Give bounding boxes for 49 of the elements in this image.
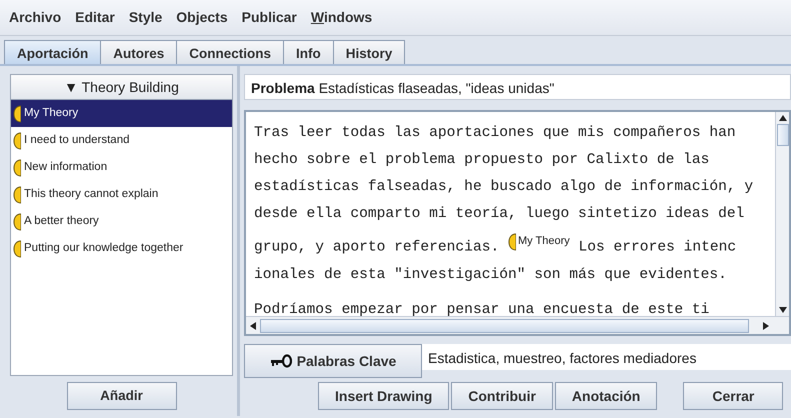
scaffold-icon (13, 240, 21, 258)
tab[interactable]: Info (283, 40, 334, 64)
menu-item[interactable]: Editar (75, 7, 115, 28)
action-button[interactable]: Insert Drawing (318, 382, 450, 410)
scroll-down-icon[interactable] (778, 307, 786, 313)
menu-item[interactable]: Publicar (242, 7, 297, 28)
scaffold-icon (13, 186, 21, 204)
scaffold-icon (13, 132, 21, 150)
item-label: Putting our knowledge together (24, 240, 184, 256)
menu-item[interactable]: Style (128, 7, 162, 28)
menu-item[interactable]: Windows (310, 7, 372, 28)
list-item[interactable]: My Theory (11, 100, 232, 127)
tab[interactable]: Connections (176, 40, 284, 64)
category-header[interactable]: ▼ Theory Building (10, 74, 233, 100)
scaffold-icon (13, 158, 21, 176)
tab[interactable]: Aportación (4, 40, 102, 64)
menu-item[interactable]: Archivo (9, 7, 62, 28)
item-label: I need to understand (24, 132, 130, 148)
item-label: My Theory (24, 106, 78, 121)
horizontal-scrollbar[interactable] (246, 316, 789, 334)
list-item[interactable]: This theory cannot explain (11, 181, 232, 208)
scroll-thumb[interactable] (776, 124, 788, 146)
scaffold-icon (508, 232, 516, 250)
action-button[interactable]: Anotación (554, 382, 658, 410)
scroll-left-icon[interactable] (250, 322, 256, 330)
add-button[interactable]: Añadir (66, 382, 176, 410)
tab[interactable]: Autores (100, 40, 178, 64)
title-field[interactable]: Problema Estadísticas flaseadas, "ideas unidas" (244, 74, 791, 100)
action-button[interactable]: Contribuir (451, 382, 553, 410)
scroll-right-icon[interactable] (763, 322, 769, 330)
scaffold-icon (13, 212, 21, 230)
item-label: New information (24, 160, 108, 175)
list-item[interactable]: Putting our knowledge together (11, 235, 232, 262)
scroll-up-icon[interactable] (778, 115, 786, 121)
inline-scaffold-tag[interactable]: My Theory (508, 228, 570, 255)
item-label: A better theory (24, 214, 99, 229)
item-label: This theory cannot explain (24, 186, 158, 202)
scaffold-icon (13, 104, 21, 122)
list-item[interactable]: I need to understand (11, 127, 232, 154)
key-icon (270, 354, 292, 368)
scroll-thumb[interactable] (260, 318, 749, 332)
action-button[interactable]: Cerrar (683, 382, 784, 410)
keywords-button[interactable]: Palabras Clave (244, 344, 422, 378)
menu-item[interactable]: Objects (176, 7, 228, 28)
keywords-field[interactable]: Estadistica, muestreo, factores mediadores (422, 344, 791, 370)
vertical-scrollbar[interactable] (775, 112, 789, 316)
list-item[interactable]: A better theory (11, 208, 232, 235)
tab[interactable]: History (332, 40, 406, 64)
list-item[interactable]: New information (11, 154, 232, 181)
